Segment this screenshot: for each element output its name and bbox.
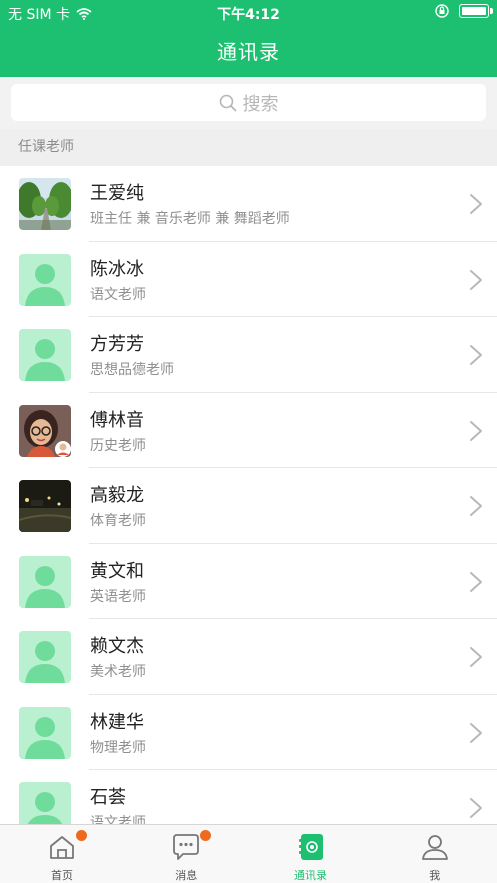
avatar — [19, 404, 71, 457]
tab-contacts[interactable]: 通讯录 — [249, 825, 373, 883]
battery-icon — [459, 4, 493, 18]
contact-name: 林建华 — [90, 711, 144, 733]
contact-row[interactable]: 傅林音 历史老师 — [0, 392, 497, 468]
avatar — [19, 480, 71, 532]
tab-label: 通讯录 — [294, 869, 327, 882]
contact-row[interactable]: 方芳芳 思想品德老师 — [0, 317, 497, 393]
section-header: 任课老师 — [0, 129, 497, 166]
avatar — [19, 555, 71, 608]
chevron-right-icon — [470, 571, 482, 592]
avatar — [19, 706, 71, 759]
contact-name: 傅林音 — [90, 409, 144, 431]
contact-name: 黄文和 — [90, 560, 144, 582]
profile-icon — [420, 832, 450, 862]
contact-row[interactable]: 王爱纯 班主任 兼 音乐老师 兼 舞蹈老师 — [0, 166, 497, 242]
notification-badge — [200, 830, 212, 841]
avatar — [19, 329, 71, 381]
chevron-right-icon — [470, 269, 482, 290]
contact-role: 语文老师 — [90, 815, 146, 824]
tab-bar: 首页 消息 通讯录 我 — [0, 824, 497, 883]
tab-home[interactable]: 首页 — [0, 825, 124, 883]
contact-role: 美术老师 — [90, 664, 146, 680]
avatar — [19, 178, 71, 230]
contact-row[interactable]: 赖文杰 美术老师 — [0, 619, 497, 695]
contact-role: 语文老师 — [90, 286, 146, 303]
contact-role: 班主任 兼 音乐老师 兼 舞蹈老师 — [90, 211, 290, 227]
chevron-right-icon — [470, 345, 482, 365]
top-bar: 无 SIM 卡 下午4:12 通讯录 — [0, 0, 497, 77]
tab-profile[interactable]: 我 — [373, 825, 497, 883]
chevron-right-icon — [470, 647, 482, 667]
tab-message[interactable]: 消息 — [124, 825, 248, 883]
contact-row[interactable]: 陈冰冰 语文老师 — [0, 241, 497, 317]
contact-row[interactable]: 高毅龙 体育老师 — [0, 468, 497, 544]
chevron-right-icon — [470, 798, 482, 818]
contact-row[interactable]: 林建华 物理老师 — [0, 694, 497, 770]
contact-name: 赖文杰 — [90, 636, 144, 657]
status-right — [435, 4, 493, 18]
message-icon — [171, 832, 201, 862]
notification-badge — [76, 830, 87, 841]
home-icon — [47, 832, 77, 862]
contact-name: 高毅龙 — [90, 485, 144, 506]
contact-name: 陈冰冰 — [90, 258, 144, 280]
search-placeholder: 搜索 — [242, 93, 279, 115]
contacts-icon — [296, 832, 326, 862]
contact-role: 英语老师 — [90, 588, 146, 605]
contact-row[interactable]: 石荟 语文老师 — [0, 770, 497, 824]
chevron-right-icon — [470, 722, 482, 743]
contact-role: 体育老师 — [90, 513, 146, 529]
search-icon — [219, 94, 236, 111]
tab-label: 消息 — [175, 869, 198, 882]
contact-name: 方芳芳 — [90, 334, 144, 355]
contact-role: 思想品德老师 — [90, 362, 174, 378]
chevron-right-icon — [470, 194, 482, 214]
chevron-right-icon — [470, 420, 482, 441]
orientation-lock-icon — [435, 4, 449, 18]
status-bar: 无 SIM 卡 下午4:12 — [0, 0, 497, 26]
avatar — [19, 253, 71, 306]
app-screen: 无 SIM 卡 下午4:12 通讯录 搜索 任课老师 王爱纯 班主任 兼 音乐老… — [0, 0, 497, 883]
search-area: 搜索 — [0, 77, 497, 129]
contact-name: 王爱纯 — [90, 183, 144, 204]
tab-label: 我 — [429, 869, 441, 882]
page-title: 通讯录 — [217, 40, 280, 64]
search-input[interactable]: 搜索 — [11, 84, 486, 121]
avatar — [19, 631, 71, 683]
contact-list: 王爱纯 班主任 兼 音乐老师 兼 舞蹈老师 陈冰冰 语文老师 方芳芳 思想品德老… — [0, 166, 497, 824]
contact-role: 物理老师 — [90, 739, 146, 756]
contact-name: 石荟 — [90, 787, 126, 808]
contact-role: 历史老师 — [90, 437, 146, 454]
tab-label: 首页 — [51, 869, 73, 882]
contact-row[interactable]: 黄文和 英语老师 — [0, 543, 497, 619]
avatar — [19, 782, 71, 824]
chevron-right-icon — [470, 496, 482, 516]
clock: 下午4:12 — [217, 7, 280, 23]
